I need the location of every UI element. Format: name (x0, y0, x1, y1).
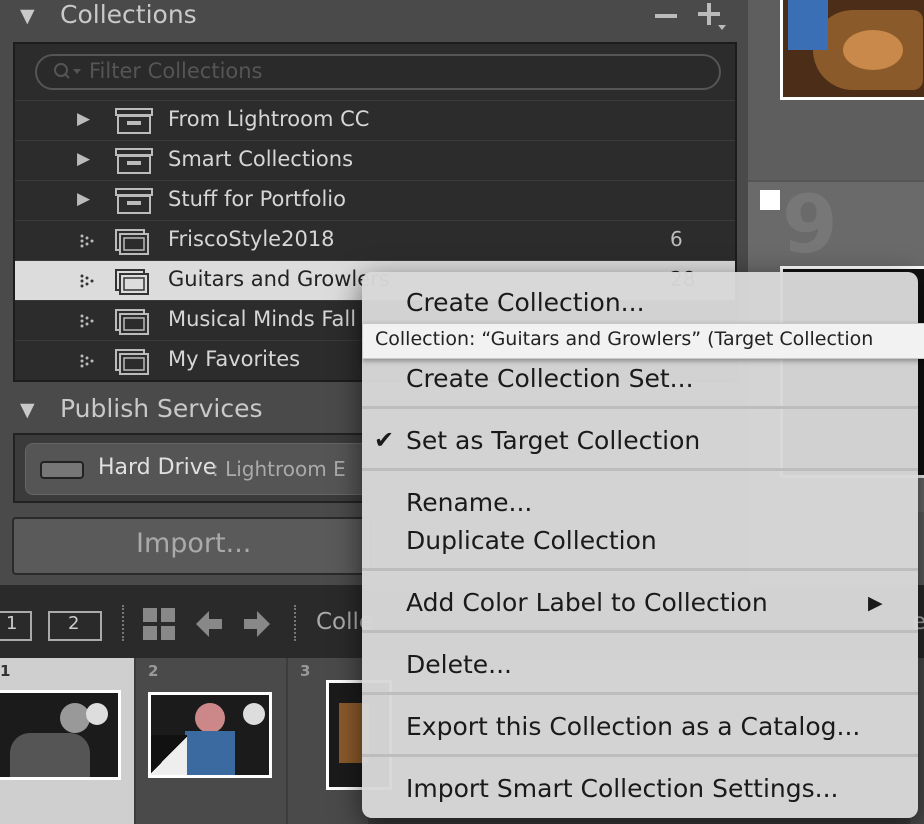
grid-photo-top[interactable] (780, 0, 924, 100)
cell-number: 2 (148, 662, 159, 680)
back-arrow-icon[interactable] (194, 609, 224, 639)
window-two-label: 2 (68, 613, 80, 634)
sync-dots-icon (80, 274, 94, 288)
import-label: Import... (136, 528, 252, 559)
menu-separator (362, 406, 918, 409)
collection-set-row[interactable]: ▶ Smart Collections (15, 140, 735, 181)
window-one-label: 1 (6, 613, 18, 634)
flag-icon[interactable] (760, 190, 780, 210)
collections-title: Collections (60, 0, 197, 29)
secondary-window-button[interactable]: 2 (48, 611, 102, 641)
menu-item-add-color-label[interactable]: Add Color Label to Collection (406, 588, 768, 617)
expand-triangle-icon[interactable]: ▶ (77, 149, 90, 169)
menu-separator (362, 754, 918, 757)
sync-dots-icon (80, 234, 94, 248)
tooltip: Collection: “Guitars and Growlers” (Targ… (362, 323, 924, 359)
expand-triangle-icon[interactable]: ▶ (77, 109, 90, 129)
hard-drive-icon (40, 461, 84, 479)
menu-item-rename[interactable]: Rename... (406, 488, 532, 517)
collection-icon (115, 349, 149, 375)
search-icon (54, 63, 81, 79)
menu-item-delete[interactable]: Delete... (406, 650, 512, 679)
filter-placeholder: Filter Collections (89, 59, 263, 83)
filter-collections-input[interactable]: Filter Collections (35, 54, 721, 90)
grid-view-icon[interactable] (142, 607, 176, 641)
filmstrip-cell[interactable]: 1 (0, 658, 134, 824)
sync-dots-icon (80, 314, 94, 328)
sync-dots-icon (80, 354, 94, 368)
photo-thumbnail[interactable] (0, 690, 121, 780)
expand-triangle-icon[interactable]: ▶ (77, 189, 90, 209)
collection-label: Guitars and Growlers (168, 267, 390, 291)
collections-header[interactable]: ▼ Collections (0, 0, 748, 34)
collection-set-row[interactable]: ▶ Stuff for Portfolio (15, 180, 735, 221)
publish-services-title: Publish Services (60, 394, 263, 423)
grid-cell-number: 9 (782, 178, 838, 271)
cell-number: 3 (300, 662, 311, 680)
collection-row[interactable]: FriscoStyle2018 6 (15, 220, 735, 261)
collection-icon (115, 229, 149, 255)
service-name: Hard Drive (98, 455, 217, 480)
menu-item-duplicate-collection[interactable]: Duplicate Collection (406, 526, 657, 555)
collection-label: My Favorites (168, 347, 301, 371)
menu-separator (362, 568, 918, 571)
collection-label: From Lightroom CC (168, 107, 370, 131)
service-detail: : Lightroom E (212, 457, 346, 481)
menu-separator (362, 468, 918, 471)
photo-thumbnail[interactable] (148, 692, 272, 778)
collection-label: Stuff for Portfolio (168, 187, 346, 211)
import-button[interactable]: Import... (12, 517, 372, 575)
tooltip-text: Collection: “Guitars and Growlers” (Targ… (375, 328, 874, 350)
filmstrip-cell[interactable]: 3 (288, 658, 392, 824)
collection-set-icon (115, 188, 153, 214)
primary-window-button[interactable]: 1 (0, 611, 32, 641)
cell-number: 1 (0, 662, 11, 680)
collection-set-icon (115, 108, 153, 134)
collection-set-row[interactable]: ▶ From Lightroom CC (15, 100, 735, 141)
plus-icon[interactable] (698, 3, 726, 30)
collection-label: Smart Collections (168, 147, 354, 171)
minus-icon[interactable] (655, 14, 677, 18)
collection-set-icon (115, 148, 153, 174)
collection-label: Musical Minds Fall (168, 307, 357, 331)
submenu-arrow-icon: ▶ (868, 592, 883, 614)
forward-arrow-icon[interactable] (242, 609, 272, 639)
collapse-triangle-icon[interactable]: ▼ (20, 5, 35, 27)
menu-item-set-as-target[interactable]: Set as Target Collection (406, 426, 700, 455)
menu-item-create-collection[interactable]: Create Collection... (406, 288, 645, 317)
collapse-triangle-icon[interactable]: ▼ (20, 399, 35, 421)
menu-separator (362, 692, 918, 695)
divider (294, 605, 296, 641)
menu-item-create-collection-set[interactable]: Create Collection Set... (406, 364, 694, 393)
collection-icon (115, 269, 149, 295)
collection-count: 6 (670, 227, 683, 251)
menu-item-import-smart-settings[interactable]: Import Smart Collection Settings... (406, 774, 838, 803)
collection-label: FriscoStyle2018 (168, 227, 335, 251)
divider (122, 605, 124, 641)
filmstrip-cell[interactable]: 2 (136, 658, 286, 824)
menu-separator (362, 630, 918, 633)
checkmark-icon: ✔ (374, 426, 395, 454)
collection-icon (115, 309, 149, 335)
menu-item-export-as-catalog[interactable]: Export this Collection as a Catalog... (406, 712, 860, 741)
